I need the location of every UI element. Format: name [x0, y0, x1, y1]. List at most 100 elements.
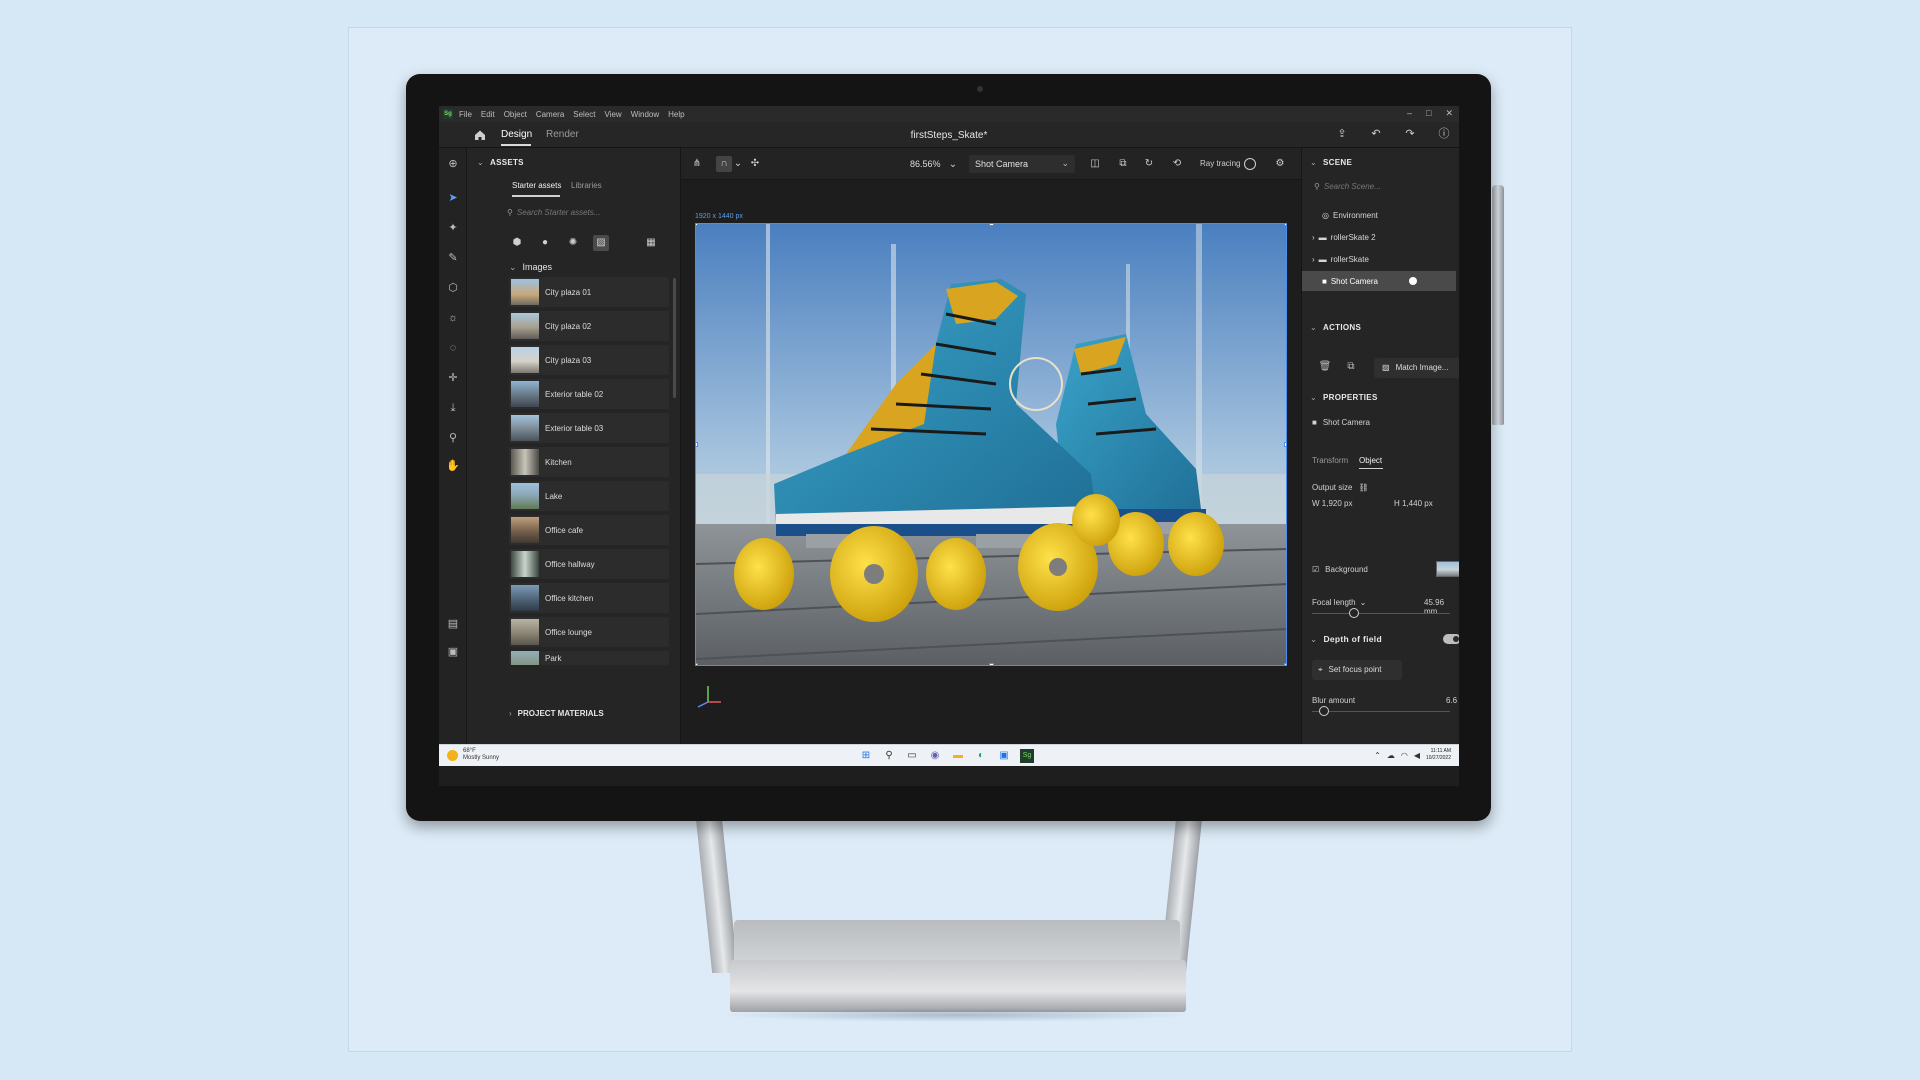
chat-icon[interactable]: ◉ — [928, 749, 942, 763]
menu-help[interactable]: Help — [668, 110, 684, 119]
lasso-tool-icon[interactable]: ◌ — [445, 340, 461, 356]
selection-handle[interactable] — [1284, 663, 1286, 665]
selection-handle[interactable] — [989, 663, 994, 665]
selection-handle[interactable] — [696, 663, 698, 665]
file-explorer-icon[interactable]: ▬ — [951, 749, 965, 763]
cube-tool-icon[interactable]: ⬡ — [445, 280, 461, 296]
assets-search-input[interactable]: ⚲ Search Starter assets... — [507, 208, 667, 222]
project-materials-header[interactable]: › PROJECT MATERIALS — [509, 709, 604, 718]
edge-browser-icon[interactable]: ◐ — [974, 749, 988, 763]
assets-library-icon[interactable]: ▣ — [445, 644, 461, 660]
list-item[interactable]: Office lounge — [509, 617, 669, 647]
list-item[interactable]: City plaza 01 — [509, 277, 669, 307]
link-icon[interactable]: ⛓ — [1358, 483, 1368, 492]
list-item[interactable]: City plaza 02 — [509, 311, 669, 341]
list-item[interactable]: Office cafe — [509, 515, 669, 545]
chevron-down-icon[interactable]: ⌄ — [945, 157, 961, 173]
materials-filter-icon[interactable]: ● — [537, 235, 553, 251]
list-item[interactable]: Exterior table 03 — [509, 413, 669, 443]
depth-of-field-toggle[interactable] — [1443, 634, 1459, 644]
list-item[interactable]: Kitchen — [509, 447, 669, 477]
output-height[interactable]: H 1,440 px — [1394, 499, 1433, 508]
volume-icon[interactable]: ◀ — [1414, 751, 1420, 760]
models-filter-icon[interactable]: ⬢ — [509, 235, 525, 251]
list-item[interactable]: City plaza 03 — [509, 345, 669, 375]
menu-file[interactable]: File — [459, 110, 472, 119]
set-focus-point-button[interactable]: ⌖ Set focus point — [1312, 660, 1402, 680]
list-item[interactable]: Office kitchen — [509, 583, 669, 613]
focal-length-slider-track[interactable] — [1312, 613, 1450, 614]
search-icon[interactable]: ⚲ — [882, 749, 896, 763]
zoom-tool-icon[interactable]: ⚲ — [445, 430, 461, 446]
list-item[interactable]: Park — [509, 651, 669, 665]
menu-view[interactable]: View — [605, 110, 622, 119]
windows-start-icon[interactable]: ⊞ — [859, 749, 873, 763]
ray-tracing-toggle[interactable] — [1244, 158, 1256, 170]
scene-header[interactable]: ⌄ SCENE — [1310, 158, 1352, 167]
share-graph-icon[interactable]: ⋔ — [689, 156, 705, 172]
focal-length-slider-knob[interactable] — [1349, 608, 1359, 618]
hand-tool-icon[interactable]: ✋ — [445, 458, 461, 474]
blur-slider-knob[interactable] — [1319, 706, 1329, 716]
scene-item-environment[interactable]: ◎ Environment — [1302, 205, 1452, 225]
share-icon[interactable]: ⇪ — [1335, 127, 1349, 141]
actions-header[interactable]: ⌄ ACTIONS — [1310, 323, 1361, 332]
redo-icon[interactable]: ↷ — [1403, 127, 1417, 141]
maximize-icon[interactable]: □ — [1426, 108, 1431, 119]
store-icon[interactable]: ▣ — [997, 749, 1011, 763]
tab-object[interactable]: Object — [1359, 456, 1382, 465]
render-settings-icon[interactable]: ⚙ — [1272, 156, 1288, 172]
lights-filter-icon[interactable]: ✺ — [565, 235, 581, 251]
undo-icon[interactable]: ↶ — [1369, 127, 1383, 141]
orbit-icon[interactable]: ↻ — [1141, 156, 1157, 172]
menu-window[interactable]: Window — [631, 110, 659, 119]
images-group-header[interactable]: ⌄ Images — [509, 262, 552, 273]
delete-icon[interactable]: 🗑 — [1316, 358, 1334, 376]
scene-search-input[interactable]: ⚲ Search Scene... — [1314, 182, 1381, 191]
render-viewport[interactable] — [695, 223, 1287, 666]
tab-libraries[interactable]: Libraries — [571, 181, 602, 190]
magic-wand-icon[interactable]: ✦ — [445, 220, 461, 236]
select-tool-icon[interactable]: ➤ — [445, 190, 461, 206]
selection-handle[interactable] — [989, 224, 994, 226]
paint-tool-icon[interactable]: ✎ — [445, 250, 461, 266]
scene-item-shot-camera[interactable]: ■ Shot Camera — [1302, 271, 1456, 291]
chevron-down-icon[interactable]: ⌄ — [730, 156, 746, 172]
menu-select[interactable]: Select — [573, 110, 595, 119]
list-item[interactable]: Lake — [509, 481, 669, 511]
camera-select[interactable]: Shot Camera ⌄ — [969, 155, 1075, 173]
camera-bookmark-icon[interactable]: ◫ — [1087, 156, 1103, 172]
substance-stager-icon[interactable]: Sg — [1020, 749, 1034, 763]
zoom-level[interactable]: 86.56% — [910, 159, 941, 169]
cloud-icon[interactable]: ☁ — [1387, 751, 1395, 760]
scene-item-rollerskate[interactable]: › ▬ rollerSkate — [1302, 249, 1452, 269]
drop-to-ground-icon[interactable]: ⤓ — [445, 400, 461, 416]
grid-view-icon[interactable]: ▦ — [643, 235, 659, 251]
assets-scrollbar[interactable] — [673, 278, 676, 398]
images-filter-icon[interactable]: ▨ — [593, 235, 609, 251]
list-item[interactable]: Office hallway — [509, 549, 669, 579]
minimize-icon[interactable]: – — [1407, 108, 1412, 119]
selection-handle[interactable] — [696, 442, 698, 447]
output-width[interactable]: W 1,920 px — [1312, 499, 1352, 508]
scene-item-rollerskate-2[interactable]: › ▬ rollerSkate 2 — [1302, 227, 1452, 247]
blur-amount-value[interactable]: 6.6 — [1446, 696, 1457, 705]
transform-gizmo-icon[interactable]: ✣ — [747, 156, 763, 172]
tab-transform[interactable]: Transform — [1312, 456, 1348, 465]
blur-slider-track[interactable] — [1312, 711, 1450, 712]
list-item[interactable]: Exterior table 02 — [509, 379, 669, 409]
duplicate-icon[interactable]: ⧉ — [1342, 358, 1360, 376]
selection-handle[interactable] — [1284, 224, 1286, 226]
menu-camera[interactable]: Camera — [536, 110, 564, 119]
focal-length-label[interactable]: Focal length ⌄ — [1312, 598, 1366, 607]
close-icon[interactable]: ✕ — [1445, 108, 1453, 119]
depth-of-field-header[interactable]: ⌄ Depth of field — [1310, 634, 1382, 645]
assets-header[interactable]: ⌄ ASSETS — [477, 158, 524, 167]
layers-icon[interactable]: ▤ — [445, 616, 461, 632]
background-thumbnail[interactable] — [1436, 561, 1459, 577]
weather-widget[interactable]: 68°F Mostly Sunny — [447, 748, 499, 762]
task-view-icon[interactable]: ▭ — [905, 749, 919, 763]
light-tool-icon[interactable]: ☼ — [445, 310, 461, 326]
move-tool-icon[interactable]: ✛ — [445, 370, 461, 386]
selection-handle[interactable] — [1284, 442, 1286, 447]
